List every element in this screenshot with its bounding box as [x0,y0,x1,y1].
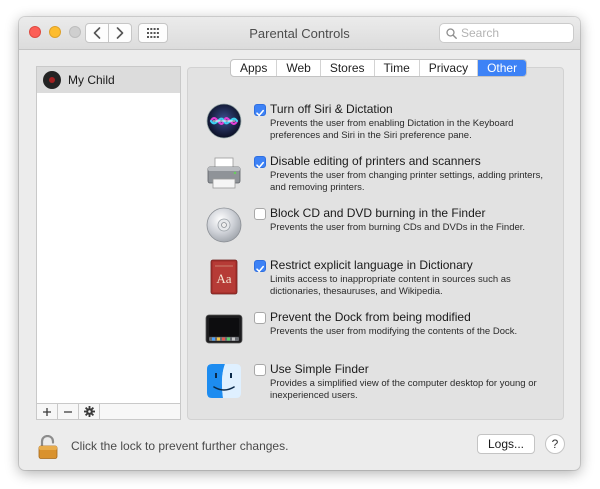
search-field[interactable] [439,23,574,43]
tab-bar: Apps Web Stores Time Privacy Other [230,59,528,77]
search-input[interactable] [461,26,561,40]
checkmark-icon [256,161,264,169]
option-cd-dvd-burning: Block CD and DVD burning in the Finder P… [205,206,565,256]
printers-scanners-checkbox[interactable] [254,156,266,169]
simple-finder-checkbox[interactable] [254,364,266,376]
user-actions-button[interactable] [79,404,100,419]
option-description: Provides a simplified view of the comput… [270,378,537,401]
plus-icon [43,407,51,416]
dock-modified-checkbox[interactable] [254,312,266,324]
search-icon [446,27,457,39]
siri-dictation-checkbox[interactable] [254,104,266,117]
user-list-toolbar [36,403,181,420]
option-siri-dictation: Turn off Siri & Dictation Prevents the u… [205,102,565,152]
option-dock-modified: Prevent the Dock from being modified Pre… [205,310,565,360]
printer-icon [207,157,241,189]
finder-icon [207,364,241,398]
option-printers-scanners: Disable editing of printers and scanners… [205,154,565,204]
checkmark-icon [256,265,264,273]
cd-icon [206,207,242,243]
remove-user-button[interactable] [58,404,79,419]
option-title: Prevent the Dock from being modified [270,310,471,324]
option-description: Prevents the user from changing printer … [270,170,544,193]
option-description: Prevents the user from modifying the con… [270,326,518,337]
tab-web[interactable]: Web [277,60,321,76]
dictionary-icon: Aa [210,259,238,295]
svg-text:Aa: Aa [216,271,231,286]
option-title: Restrict explicit language in Dictionary [270,258,473,272]
option-simple-finder: Use Simple Finder Provides a simplified … [205,362,565,412]
avatar [43,71,61,89]
tab-apps[interactable]: Apps [231,60,278,76]
logs-button[interactable]: Logs... [477,434,535,454]
tab-privacy[interactable]: Privacy [420,60,479,76]
option-description: Prevents the user from enabling Dictatio… [270,118,514,141]
tab-stores[interactable]: Stores [321,60,375,76]
siri-icon [206,103,242,139]
explicit-language-checkbox[interactable] [254,260,266,273]
option-title: Turn off Siri & Dictation [270,102,393,116]
checkmark-icon [256,109,264,117]
option-title: Disable editing of printers and scanners [270,154,481,168]
option-description: Limits access to inappropriate content i… [270,274,511,297]
user-row-my-child[interactable]: My Child [37,67,180,93]
lock-status-text: Click the lock to prevent further change… [71,439,289,453]
add-user-button[interactable] [37,404,58,419]
gear-icon [83,406,95,417]
dock-icon [205,314,243,344]
user-name: My Child [68,73,115,87]
option-title: Use Simple Finder [270,362,369,376]
tab-other[interactable]: Other [478,60,527,76]
lock-open-icon[interactable] [38,435,58,459]
title-bar: Parental Controls [19,17,580,50]
help-button[interactable]: ? [545,434,565,454]
parental-controls-window: Parental Controls My Child [19,17,580,470]
option-description: Prevents the user from burning CDs and D… [270,222,526,233]
option-explicit-language: Aa Restrict explicit language in Diction… [205,258,565,308]
user-list: My Child [36,66,181,420]
cd-dvd-burning-checkbox[interactable] [254,208,266,220]
tab-time[interactable]: Time [375,60,420,76]
option-title: Block CD and DVD burning in the Finder [270,206,486,220]
minus-icon [64,410,72,413]
